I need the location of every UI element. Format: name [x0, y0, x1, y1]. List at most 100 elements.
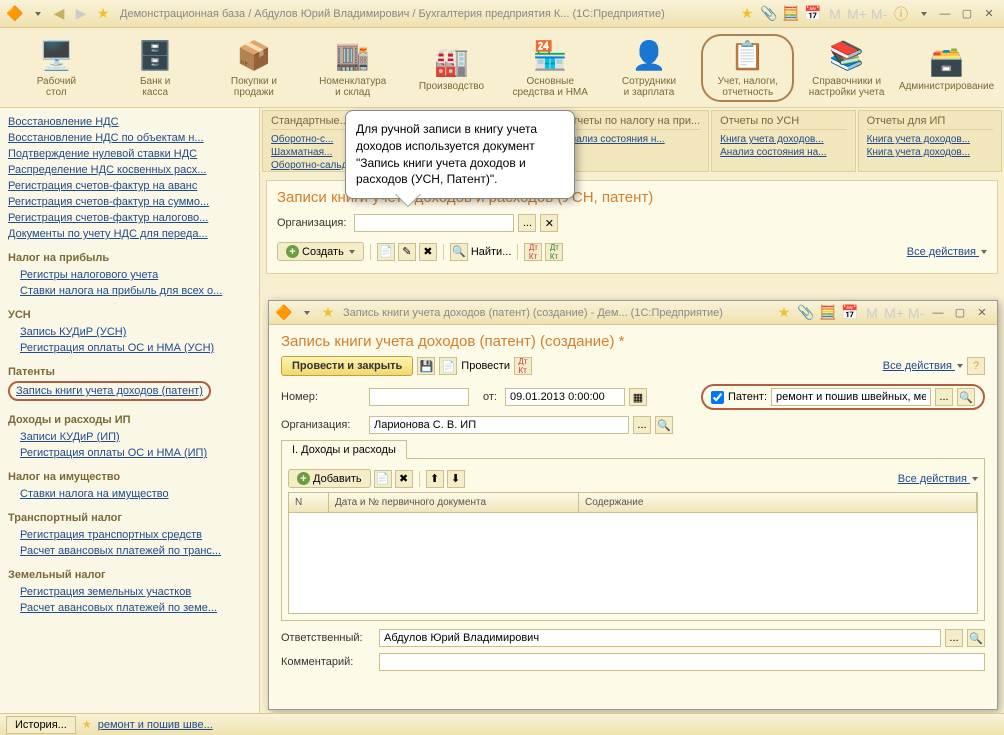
sidebar-top-link-1[interactable]: Восстановление НДС по объектам н... [8, 130, 251, 146]
col-doc[interactable]: Дата и № первичного документа [329, 493, 579, 512]
inner-cal-icon[interactable]: 📅 [840, 303, 860, 323]
comment-input[interactable] [379, 653, 985, 671]
report-link-3-0[interactable]: Книга учета доходов... [720, 133, 846, 146]
info-icon[interactable]: ⓘ [891, 4, 911, 24]
inner-all-actions[interactable]: Все действия [883, 360, 963, 372]
row-up-icon[interactable]: ⬆ [426, 470, 444, 488]
sidebar-top-link-6[interactable]: Регистрация счетов-фактур налогово... [8, 210, 251, 226]
row-del-icon[interactable]: ✖ [395, 470, 413, 488]
sidebar-top-link-4[interactable]: Регистрация счетов-фактур на аванс [8, 178, 251, 194]
info-drop-icon[interactable] [913, 4, 933, 24]
inner-drop-icon[interactable] [296, 303, 316, 323]
sidebar-item-1-0[interactable]: Запись КУДиР (УСН) [8, 324, 251, 340]
sidebar-top-link-3[interactable]: Распределение НДС косвенных расх... [8, 162, 251, 178]
table-body[interactable] [289, 513, 977, 613]
org-input[interactable] [354, 214, 514, 232]
dropdown-icon[interactable] [27, 4, 47, 24]
sidebar-top-link-7[interactable]: Документы по учету НДС для переда... [8, 226, 251, 242]
inner-close[interactable]: ✕ [973, 306, 991, 320]
patent-search-btn[interactable]: 🔍 [957, 388, 975, 406]
close-button[interactable]: ✕ [980, 7, 998, 21]
mm-btn[interactable]: M- [869, 4, 889, 24]
date-picker-btn[interactable]: ▦ [629, 388, 647, 406]
inner-mp[interactable]: M+ [884, 303, 904, 323]
inner-calc-icon[interactable]: 🧮 [818, 303, 838, 323]
inner-link-icon[interactable]: 📎 [796, 303, 816, 323]
toolbar-item-3[interactable]: 🏬Номенклатураи склад [306, 34, 399, 102]
calc-icon[interactable]: 🧮 [781, 4, 801, 24]
fav-star-icon[interactable]: ★ [737, 4, 757, 24]
sidebar-item-3-0[interactable]: Записи КУДиР (ИП) [8, 429, 251, 445]
history-button[interactable]: История... [6, 716, 76, 734]
sidebar-item-3-1[interactable]: Регистрация оплаты ОС и НМА (ИП) [8, 445, 251, 461]
org-clear-btn[interactable]: ✕ [540, 214, 558, 232]
search-icon[interactable]: 🔍 [450, 243, 468, 261]
all-actions-link[interactable]: Все действия [907, 246, 987, 258]
inner-minimize[interactable]: — [929, 306, 947, 320]
dt-kt-icon[interactable]: ДтКт [524, 243, 542, 261]
toolbar-item-7[interactable]: 📋Учет, налоги,отчетность [701, 34, 794, 102]
inner-org-select[interactable]: ... [633, 416, 651, 434]
report-link-4-1[interactable]: Книга учета доходов... [867, 146, 993, 159]
help-icon[interactable]: ? [967, 357, 985, 375]
toolbar-item-4[interactable]: 🏭Производство [405, 39, 498, 96]
inner-mm[interactable]: M- [906, 303, 926, 323]
sidebar-item-0-1[interactable]: Ставки налога на прибыль для всех о... [8, 283, 251, 299]
toolbar-item-1[interactable]: 🗄️Банк икасса [109, 34, 202, 102]
sidebar-item-6-1[interactable]: Расчет авансовых платежей по земе... [8, 600, 251, 616]
report-link-2-0[interactable]: Анализ состояния н... [564, 133, 700, 146]
nav-fwd-icon[interactable]: ▶ [71, 4, 91, 24]
report-link-4-0[interactable]: Книга учета доходов... [867, 133, 993, 146]
org-select-btn[interactable]: ... [518, 214, 536, 232]
create-button[interactable]: +Создать [277, 242, 364, 261]
resp-input[interactable] [379, 629, 941, 647]
resp-select-btn[interactable]: ... [945, 629, 963, 647]
sidebar-top-link-2[interactable]: Подтверждение нулевой ставки НДС [8, 146, 251, 162]
row-down-icon[interactable]: ⬇ [447, 470, 465, 488]
copy-icon[interactable]: 📄 [377, 243, 395, 261]
calendar-icon[interactable]: 📅 [803, 4, 823, 24]
sidebar-item-1-1[interactable]: Регистрация оплаты ОС и НМА (УСН) [8, 340, 251, 356]
provesti-label[interactable]: Провести [461, 360, 510, 372]
sidebar-top-link-5[interactable]: Регистрация счетов-фактур на суммо... [8, 194, 251, 210]
sidebar-item-5-1[interactable]: Расчет авансовых платежей по транс... [8, 543, 251, 559]
sidebar-item-6-0[interactable]: Регистрация земельных участков [8, 584, 251, 600]
nav-back-icon[interactable]: ◀ [49, 4, 69, 24]
m-btn[interactable]: M [825, 4, 845, 24]
tab-all-actions[interactable]: Все действия [898, 473, 978, 485]
sidebar-item-4-0[interactable]: Ставки налога на имущество [8, 486, 251, 502]
dtkt-icon[interactable]: ДтКт [514, 357, 532, 375]
sidebar-item-0-0[interactable]: Регистры налогового учета [8, 267, 251, 283]
inner-org-input[interactable] [369, 416, 629, 434]
find-label[interactable]: Найти... [471, 246, 512, 258]
favorite-icon[interactable]: ★ [93, 4, 113, 24]
toolbar-item-8[interactable]: 📚Справочники инастройки учета [800, 34, 893, 102]
col-content[interactable]: Содержание [579, 493, 977, 512]
save-icon[interactable]: 💾 [417, 357, 435, 375]
report-link-3-1[interactable]: Анализ состояния на... [720, 146, 846, 159]
patent-select-btn[interactable]: ... [935, 388, 953, 406]
save-close-button[interactable]: Провести и закрыть [281, 356, 413, 376]
delete-icon[interactable]: ✖ [419, 243, 437, 261]
row-copy-icon[interactable]: 📄 [374, 470, 392, 488]
toolbar-item-0[interactable]: 🖥️Рабочийстол [10, 34, 103, 102]
income-tab[interactable]: I. Доходы и расходы [281, 440, 407, 459]
inner-app-icon[interactable]: 🔶 [274, 303, 294, 323]
app-icon[interactable]: 🔶 [5, 4, 25, 24]
date-input[interactable] [505, 388, 625, 406]
provesti-icon[interactable]: 📄 [439, 357, 457, 375]
edit-icon[interactable]: ✎ [398, 243, 416, 261]
sidebar-item-2-0[interactable]: Запись книги учета доходов (патент) [8, 381, 211, 401]
toolbar-item-9[interactable]: 🗃️Администрирование [899, 39, 994, 96]
dt-kt-icon-2[interactable]: ДтКт [545, 243, 563, 261]
add-button[interactable]: +Добавить [288, 469, 371, 488]
col-n[interactable]: N [289, 493, 329, 512]
toolbar-item-6[interactable]: 👤Сотрудникии зарплата [603, 34, 696, 102]
patent-checkbox[interactable] [711, 391, 724, 404]
link-icon[interactable]: 📎 [759, 4, 779, 24]
status-link[interactable]: ремонт и пошив шве... [98, 719, 213, 731]
toolbar-item-2[interactable]: 📦Покупки ипродажи [208, 34, 301, 102]
maximize-button[interactable]: ▢ [958, 7, 976, 21]
inner-maximize[interactable]: ▢ [951, 306, 969, 320]
resp-search-btn[interactable]: 🔍 [967, 629, 985, 647]
